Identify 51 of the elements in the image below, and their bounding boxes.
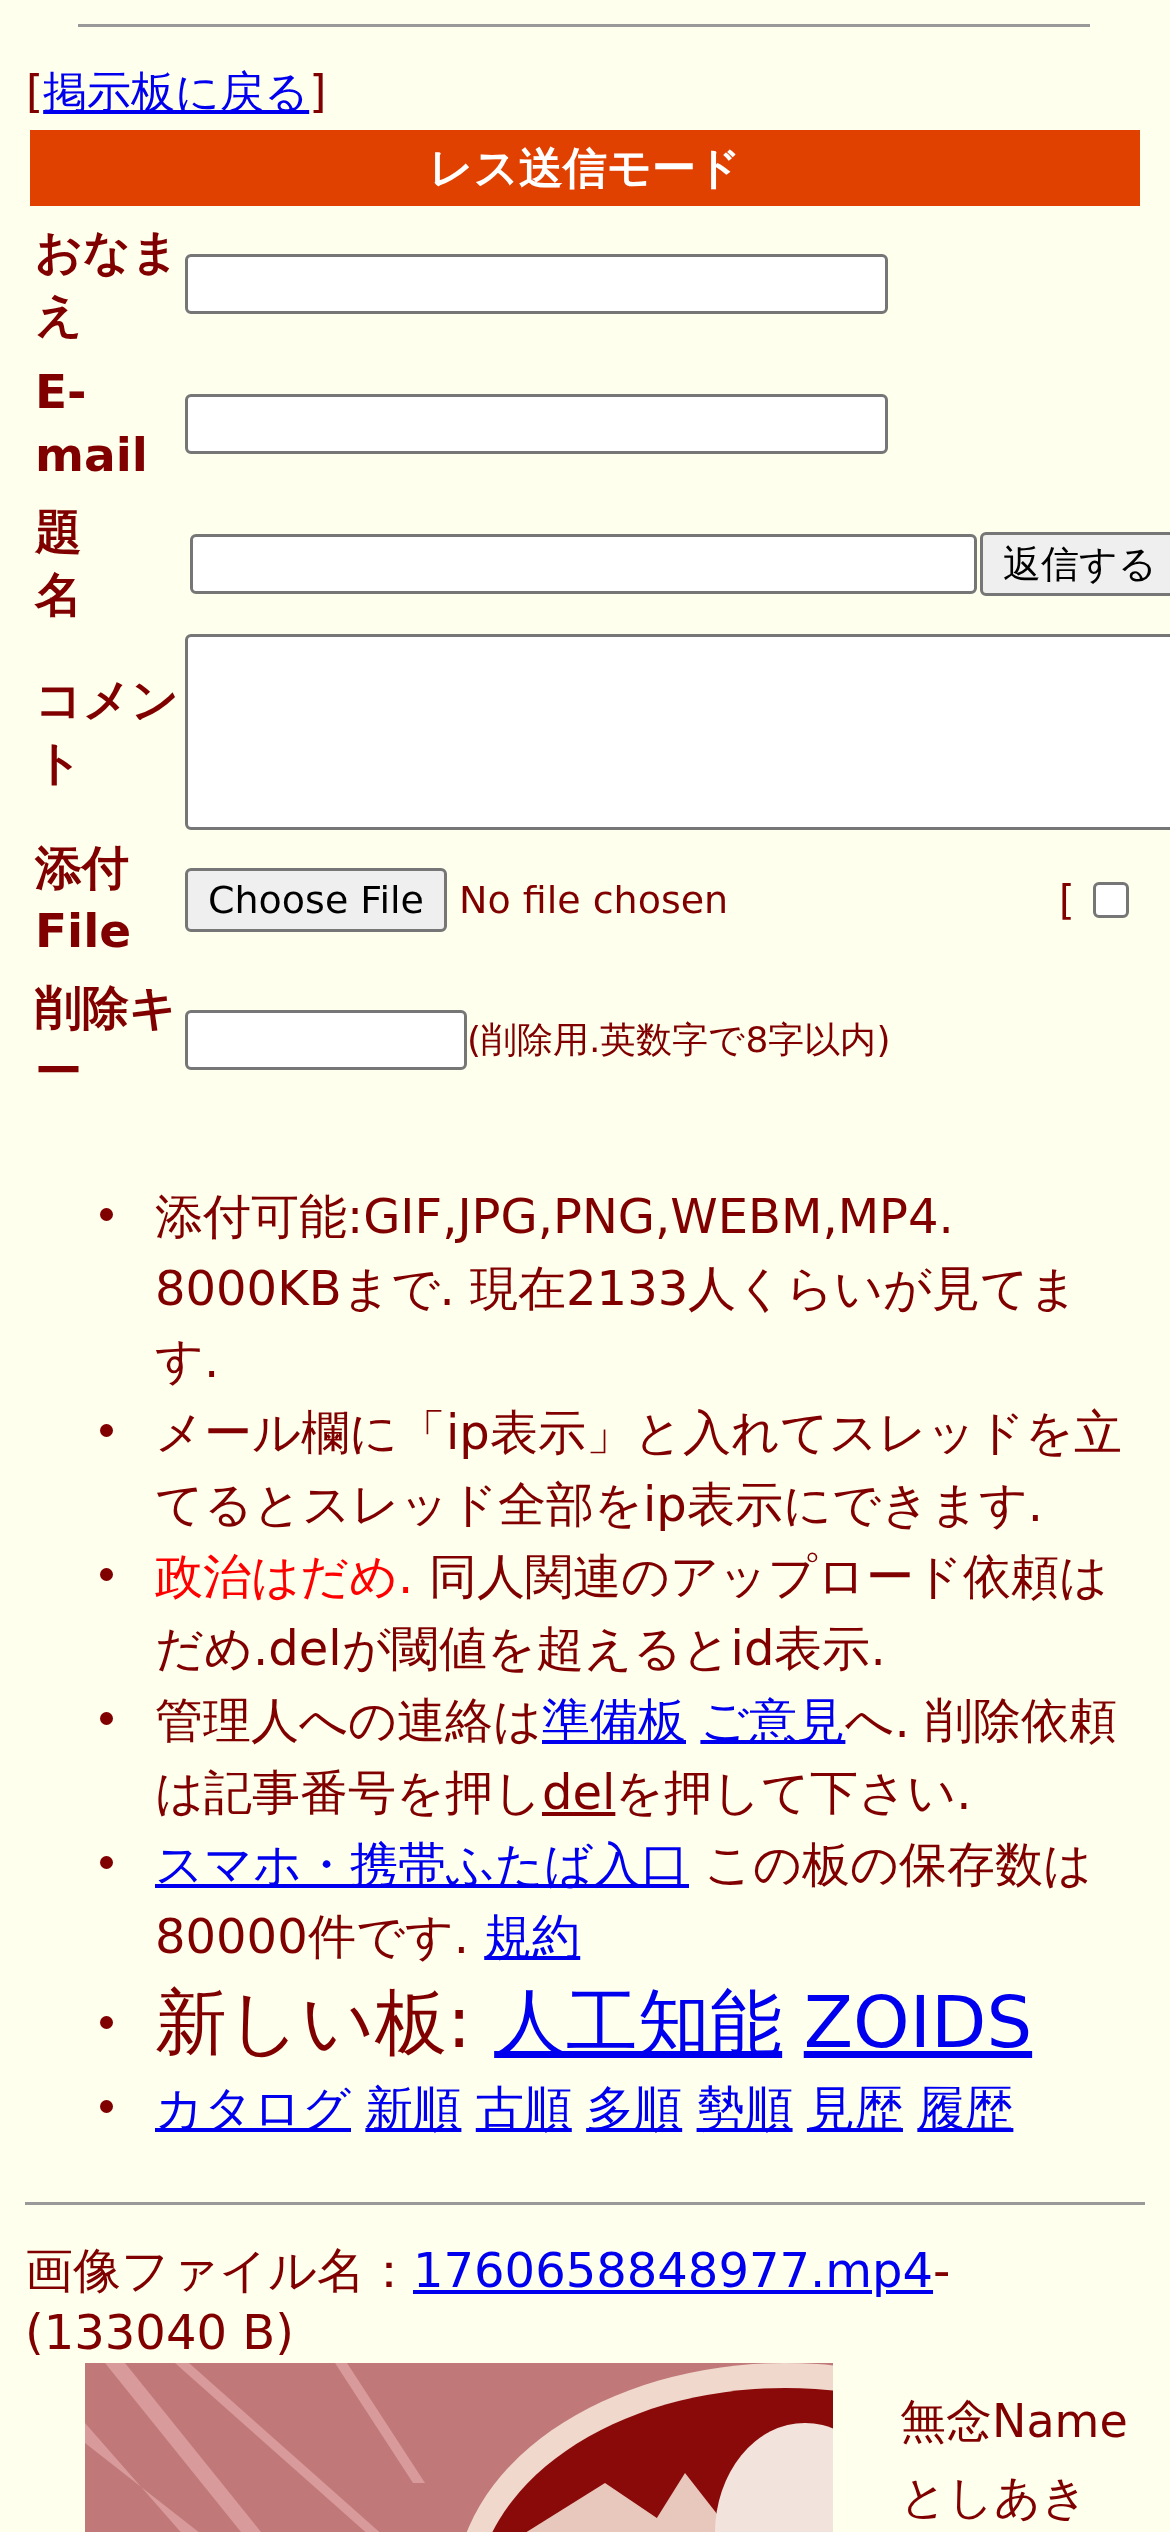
choose-file-button[interactable]: Choose File xyxy=(185,868,447,933)
link[interactable]: カタログ xyxy=(155,2080,351,2137)
link[interactable]: ご意見 xyxy=(700,1692,846,1749)
bullet-icon xyxy=(100,2100,113,2114)
form-title: レス送信モード xyxy=(30,130,1140,207)
note-text: 新しい板: 人工知能 ZOIDS xyxy=(155,1979,1034,2067)
file-status: No file chosen xyxy=(458,878,730,923)
link[interactable]: 準備板 xyxy=(542,1692,686,1749)
note-text: 管理人への連絡は準備板 ご意見へ. 削除依頼は記事番号を押し delを押して下さい. xyxy=(155,1691,1118,1823)
bullet-icon xyxy=(100,1856,113,1870)
link[interactable]: 新順 xyxy=(365,2080,462,2137)
form-label: おなまえ xyxy=(34,223,180,345)
reply-button[interactable]: 返信する xyxy=(980,532,1170,597)
bracket: [ xyxy=(1058,877,1075,924)
note-text: 政治はだめ. 同人関連のアップロード依頼はだめ.delが閾値を超えるとid表示. xyxy=(155,1547,1109,1679)
link[interactable]: 古順 xyxy=(475,2080,572,2137)
del-link[interactable]: del xyxy=(542,1764,616,1821)
bullet-icon xyxy=(100,1568,113,1582)
post-header: 無念Name xyxy=(900,2393,1128,2451)
hint-text: (削除用.英数字で8字以内) xyxy=(467,1017,891,1062)
link[interactable]: 勢順 xyxy=(696,2080,793,2137)
bullet-icon xyxy=(100,1208,113,1222)
back-link-line: [掲示板に戻る] xyxy=(26,65,328,119)
poster-name: としあき xyxy=(900,2469,1089,2527)
file-link[interactable]: 1760658848977.mp4 xyxy=(413,2242,934,2299)
note-text: スマホ・携帯ふたば入口 この板の保存数は80000件です. 規約 xyxy=(155,1835,1094,1967)
note-text: 添付可能:GIF,JPG,PNG,WEBM,MP4. 8000KBまで. 現在2133人くらいが見てます. xyxy=(155,1187,1080,1391)
form-label: 添付File xyxy=(34,839,133,961)
link[interactable]: 見歴 xyxy=(806,2080,903,2137)
text-field[interactable] xyxy=(185,394,888,455)
form-label: 削除キー xyxy=(34,979,178,1101)
link[interactable]: 多順 xyxy=(586,2080,683,2137)
link[interactable]: スマホ・携帯ふたば入口 xyxy=(155,1836,689,1893)
link[interactable]: 履歴 xyxy=(917,2080,1014,2137)
bullet-icon xyxy=(100,1424,113,1438)
bullet-icon xyxy=(100,2016,113,2030)
file-info: 画像ファイル名：1760658848977.mp4-(133040 B) xyxy=(25,2241,952,2363)
back-link[interactable]: 掲示板に戻る xyxy=(43,66,310,117)
checkbox[interactable] xyxy=(1092,882,1129,919)
form-label: コメント xyxy=(34,671,180,793)
text-field[interactable] xyxy=(185,254,888,315)
form-label: 題名 xyxy=(33,503,83,625)
link[interactable]: 人工知能 xyxy=(494,1980,783,2065)
form-label: E-mail xyxy=(34,363,149,485)
delete-key-field[interactable] xyxy=(185,1010,467,1071)
bullet-icon xyxy=(100,1712,113,1726)
note-text: メール欄に「ip表示」と入れてスレッドを立てるとスレッド全部をip表示にできます. xyxy=(155,1403,1123,1535)
link[interactable]: ZOIDS xyxy=(803,1980,1033,2065)
comment-field[interactable] xyxy=(185,634,1170,831)
link[interactable]: 規約 xyxy=(484,1908,581,1965)
subject-field[interactable] xyxy=(190,534,977,595)
